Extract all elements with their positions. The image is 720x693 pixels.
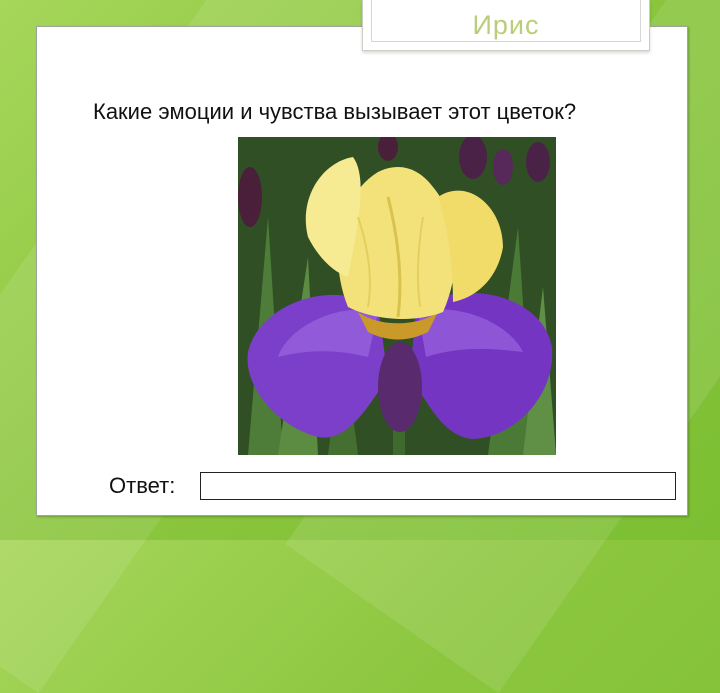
iris-photo	[238, 137, 556, 455]
slide-panel: Какие эмоции и чувства вызывает этот цве…	[36, 26, 688, 516]
answer-label: Ответ:	[109, 473, 176, 498]
iris-flower-image	[238, 137, 556, 455]
title-tab: Ирис	[362, 0, 650, 51]
slide-title: Ирис	[472, 10, 540, 40]
question-text: Какие эмоции и чувства вызывает этот цве…	[93, 99, 577, 124]
answer-input[interactable]	[200, 472, 676, 500]
